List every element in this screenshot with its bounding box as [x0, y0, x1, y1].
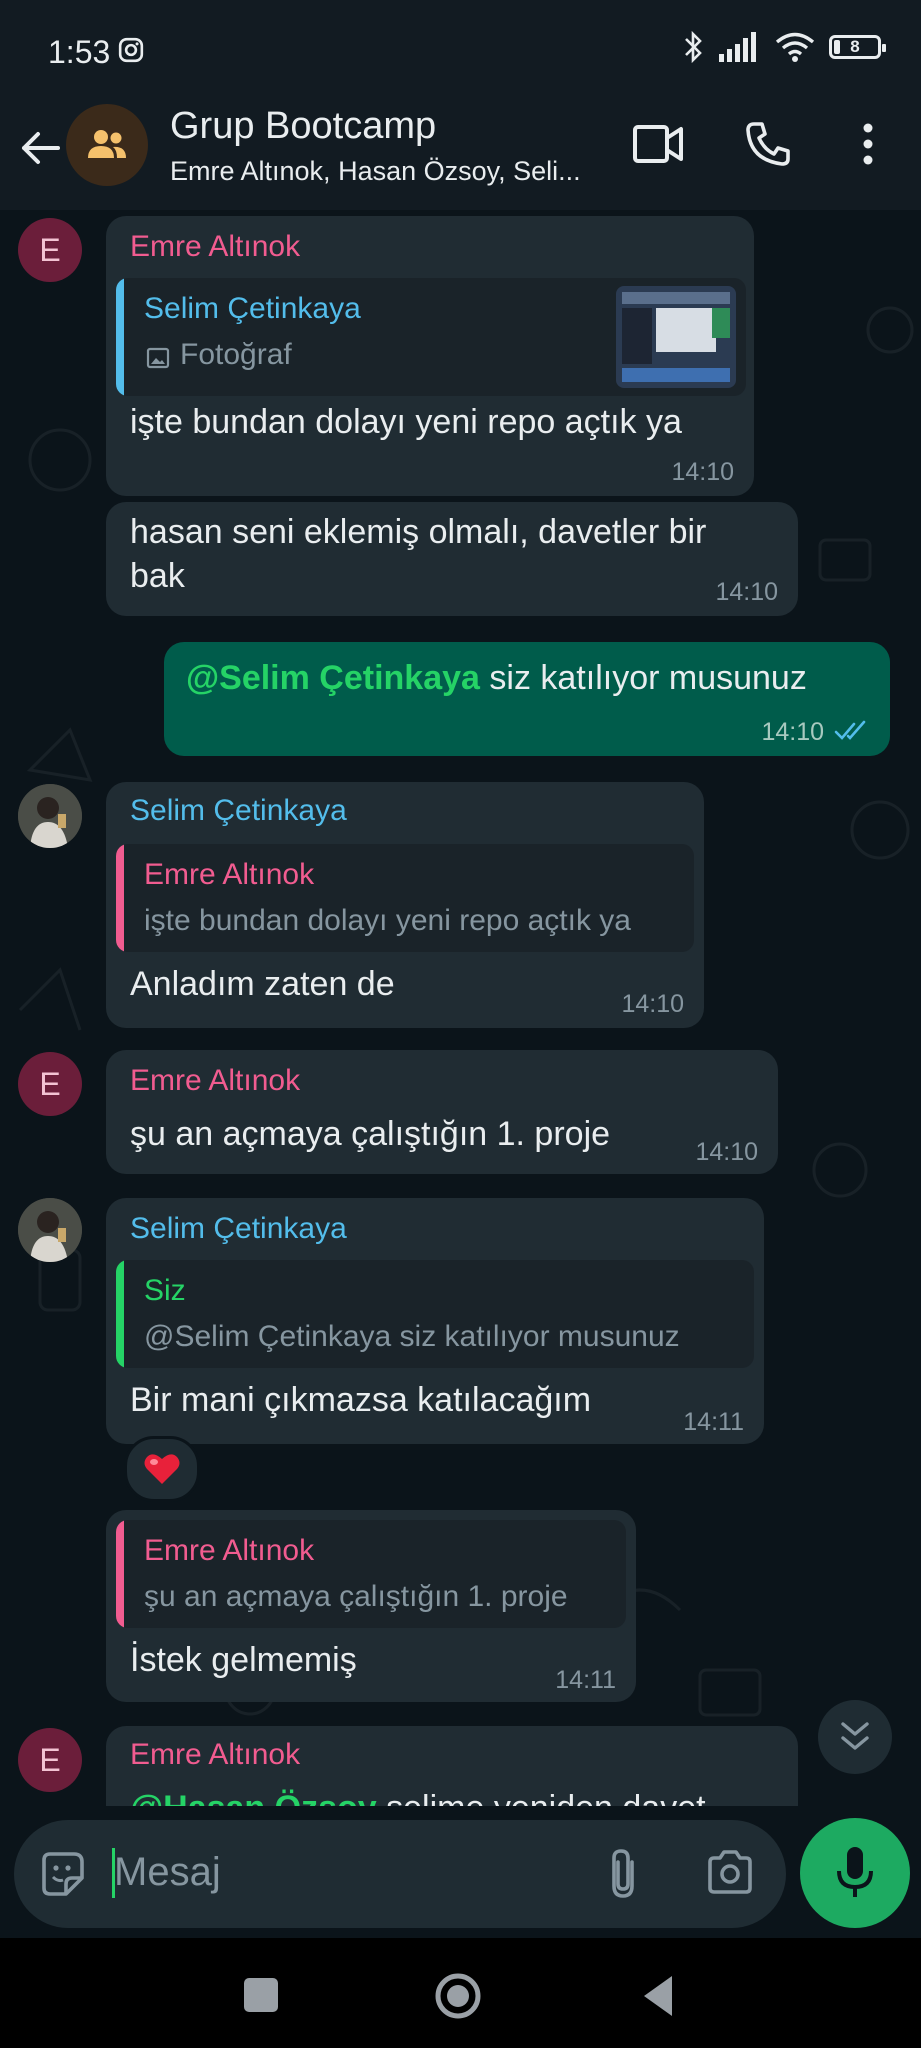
quote-text: şu an açmaya çalıştığın 1. proje [144, 1580, 568, 1613]
message-text: İstek gelmemiş [130, 1641, 357, 1679]
signal-icon [719, 32, 756, 62]
system-navigation-bar [0, 1938, 921, 2048]
quote-text: Fotoğraf [180, 338, 292, 371]
status-bar: 1:53 8 [0, 0, 921, 100]
recents-button[interactable] [244, 1978, 278, 2012]
heart-icon [144, 1454, 180, 1484]
back-button[interactable] [640, 1974, 674, 2018]
outgoing-message-bubble[interactable]: @Selim Çetinkaya siz katılıyor musunuz 1… [164, 642, 890, 756]
quote-text: @Selim Çetinkaya siz katılıyor musunuz [144, 1320, 680, 1353]
sender-name: Emre Altınok [130, 230, 301, 263]
video-call-icon[interactable] [632, 122, 684, 166]
sender-name: Selim Çetinkaya [130, 794, 347, 827]
group-avatar[interactable] [66, 104, 148, 186]
message-time: 14:11 [683, 1408, 744, 1436]
clock: 1:53 [48, 34, 111, 70]
message-time: 14:10 [695, 1138, 758, 1166]
attach-icon[interactable] [606, 1846, 640, 1902]
quote-sender: Emre Altınok [144, 858, 315, 891]
sender-name: Emre Altınok [130, 1064, 301, 1097]
chat-participants[interactable]: Emre Altınok, Hasan Özsoy, Seli... [170, 156, 581, 187]
avatar[interactable] [18, 1198, 82, 1262]
double-chevron-down-icon [841, 1722, 869, 1750]
home-button[interactable] [434, 1972, 482, 2020]
camera-icon[interactable] [706, 1850, 754, 1894]
message-time: 14:10 [621, 990, 684, 1018]
sender-name: Emre Altınok [130, 1738, 301, 1771]
quoted-message[interactable]: Selim Çetinkaya Fotoğraf [116, 278, 746, 396]
message-bubble[interactable]: Emre Altınok Selim Çetinkaya Fotoğraf iş… [106, 216, 754, 496]
quote-text: işte bundan dolayı yeni repo açtık ya [144, 904, 631, 937]
message-text: @Selim Çetinkaya siz katılıyor musunuz [186, 659, 807, 697]
sticker-icon[interactable] [38, 1850, 86, 1898]
message-bubble[interactable]: Selim Çetinkaya Siz @Selim Çetinkaya siz… [106, 1198, 764, 1444]
image-icon [146, 347, 170, 369]
scroll-to-bottom-button[interactable] [818, 1700, 892, 1774]
message-bubble[interactable]: Emre Altınok @Hasan Özsoy selime yeniden… [106, 1726, 798, 1806]
message-composer: Mesaj [14, 1820, 786, 1928]
partial-message-clip: Emre Altınok @Hasan Özsoy selime yeniden… [0, 1726, 921, 1806]
quoted-message[interactable]: Emre Altınok şu an açmaya çalıştığın 1. … [116, 1520, 626, 1628]
quote-sender: Selim Çetinkaya [144, 292, 361, 325]
avatar[interactable] [18, 784, 82, 848]
message-time: 14:11 [555, 1666, 616, 1694]
message-bubble[interactable]: Emre Altınok şu an açmaya çalıştığın 1. … [106, 1050, 778, 1174]
message-input[interactable]: Mesaj [114, 1850, 221, 1895]
reaction-badge[interactable] [124, 1436, 200, 1502]
message-text: @Hasan Özsoy selime yeniden davet [130, 1786, 706, 1806]
quote-sender: Siz [144, 1274, 186, 1307]
mention[interactable]: @Selim Çetinkaya [186, 659, 480, 697]
chat-title[interactable]: Grup Bootcamp [170, 105, 436, 148]
message-text: işte bundan dolayı yeni repo açtık ya [130, 403, 682, 441]
quote-sender: Emre Altınok [144, 1534, 315, 1567]
microphone-icon [837, 1847, 873, 1897]
message-bubble[interactable]: Emre Altınok şu an açmaya çalıştığın 1. … [106, 1510, 636, 1702]
photo-thumbnail[interactable] [616, 286, 736, 388]
message-time: 14:10 [671, 458, 734, 486]
voice-message-button[interactable] [800, 1818, 910, 1928]
profile-photo [18, 784, 82, 848]
message-time: 14:10 [761, 718, 824, 746]
read-receipt-icon [834, 720, 866, 740]
wifi-icon [775, 32, 815, 62]
message-bubble[interactable]: Selim Çetinkaya Emre Altınok işte bundan… [106, 782, 704, 1028]
sender-name: Selim Çetinkaya [130, 1212, 347, 1245]
avatar[interactable]: E [18, 218, 82, 282]
mention[interactable]: @Hasan Özsoy [130, 1789, 377, 1806]
group-icon [88, 130, 126, 158]
quoted-message[interactable]: Emre Altınok işte bundan dolayı yeni rep… [116, 844, 694, 952]
bluetooth-icon [685, 30, 702, 64]
avatar[interactable]: E [18, 1052, 82, 1116]
profile-photo [18, 1198, 82, 1262]
battery-icon: 8 [829, 35, 886, 59]
message-text: Anladım zaten de [130, 965, 395, 1003]
phone-call-icon[interactable] [744, 120, 792, 168]
message-text-line-2: bak [130, 557, 185, 595]
message-text: şu an açmaya çalıştığın 1. proje [130, 1115, 611, 1153]
quoted-message[interactable]: Siz @Selim Çetinkaya siz katılıyor musun… [116, 1260, 754, 1368]
message-text-line-1: hasan seni eklemiş olmalı, davetler bir [130, 513, 707, 551]
back-arrow-icon[interactable] [18, 126, 62, 170]
more-options-icon[interactable] [858, 122, 878, 166]
instagram-icon [118, 37, 144, 63]
battery-level: 8 [850, 37, 860, 56]
message-time: 14:10 [715, 578, 778, 606]
message-text: Bir mani çıkmazsa katılacağım [130, 1381, 592, 1419]
message-bubble[interactable]: hasan seni eklemiş olmalı, davetler bir … [106, 502, 798, 616]
